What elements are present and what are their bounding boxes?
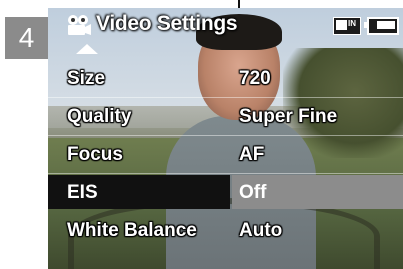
menu-item-size[interactable]: Size 720 [48,60,403,98]
menu-item-label: White Balance [67,220,197,241]
menu-item-value: Super Fine [239,106,338,127]
menu-item-label: Focus [67,144,123,165]
menu-item-label: Quality [67,106,132,127]
video-camera-icon [68,15,91,35]
storage-label: IN [348,19,356,28]
menu-item-value: Off [239,182,267,203]
internal-memory-icon: IN [333,17,361,35]
battery-icon [364,17,399,35]
step-number-badge: 4 [5,17,48,59]
status-indicators: IN [333,17,399,35]
menu-item-eis[interactable]: EIS Off [48,174,403,212]
menu-item-label: EIS [67,182,98,203]
menu-title: Video Settings [96,12,238,35]
menu-item-value: 720 [239,68,271,89]
menu-item-value: AF [239,144,265,165]
menu-item-value: Auto [239,220,283,241]
scroll-up-arrow-icon[interactable] [76,44,98,54]
menu-item-label: Size [67,68,106,89]
menu-item-focus[interactable]: Focus AF [48,136,403,174]
menu-item-white-balance[interactable]: White Balance Auto [48,212,403,250]
menu-header: Video Settings IN [48,8,403,42]
settings-menu-list: Size 720 Quality Super Fine Focus AF EIS… [48,60,403,250]
camera-lcd-screen: Video Settings IN Size 720 Quality Super… [48,8,403,269]
menu-item-quality[interactable]: Quality Super Fine [48,98,403,136]
